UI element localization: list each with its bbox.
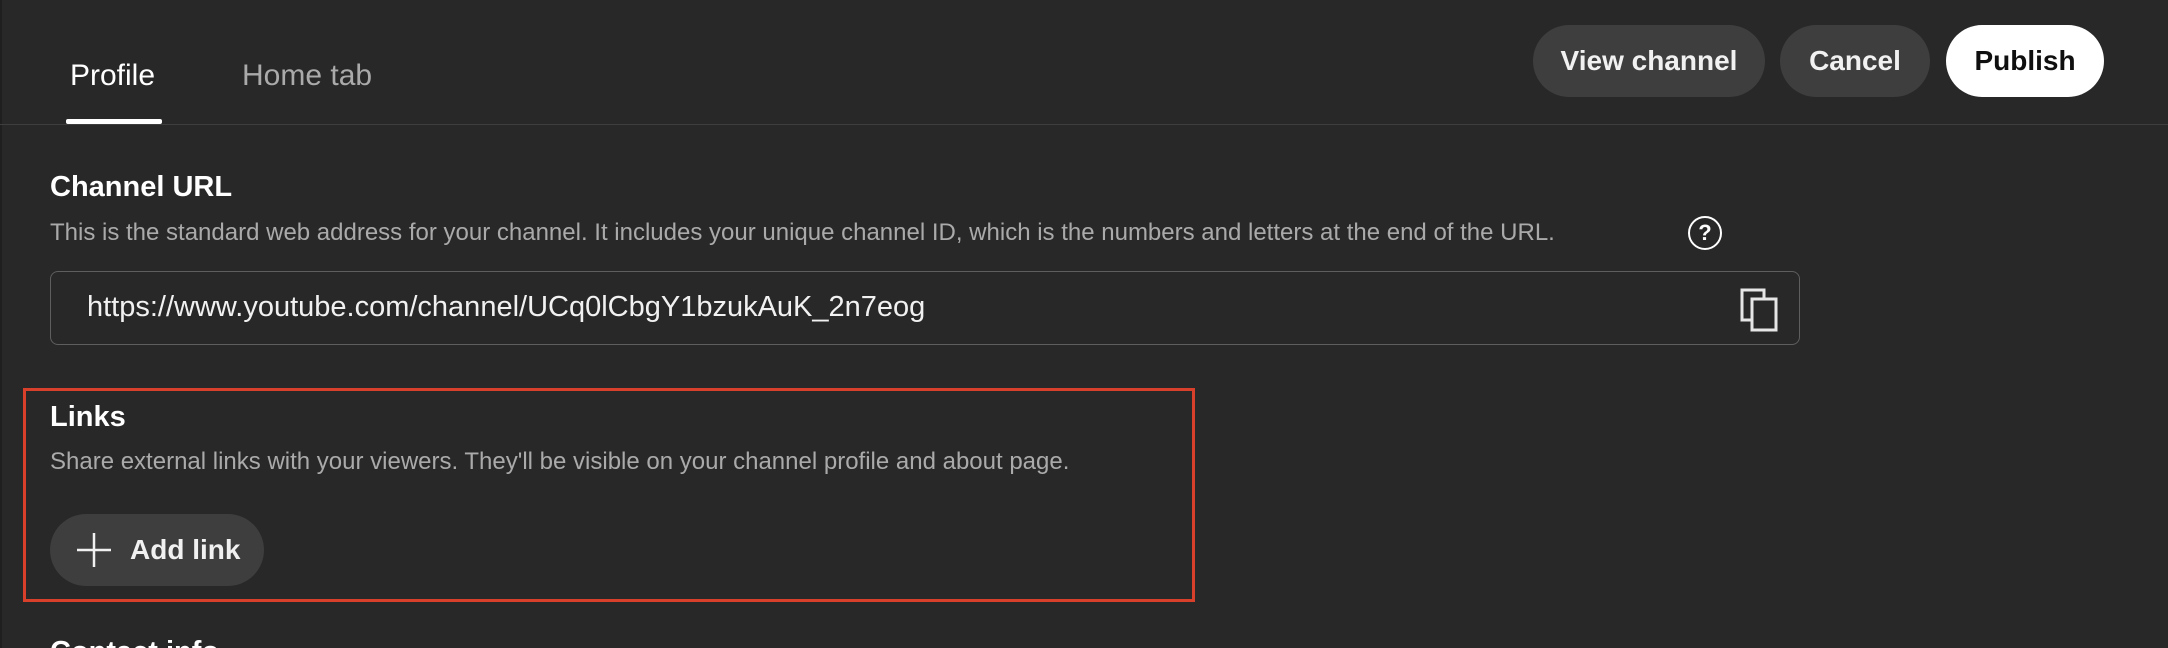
channel-url-title: Channel URL bbox=[50, 171, 233, 203]
links-description: Share external links with your viewers. … bbox=[50, 448, 1070, 475]
cancel-button[interactable]: Cancel bbox=[1780, 25, 1930, 97]
links-title: Links bbox=[50, 401, 126, 433]
channel-url-description: This is the standard web address for you… bbox=[50, 219, 1555, 246]
copy-icon[interactable] bbox=[1740, 288, 1780, 332]
channel-url-value[interactable]: https://www.youtube.com/channel/UCq0lCbg… bbox=[87, 291, 925, 324]
add-link-label: Add link bbox=[130, 534, 241, 565]
help-circle-icon[interactable]: ? bbox=[1688, 216, 1722, 250]
active-tab-indicator bbox=[66, 119, 162, 124]
tab-profile[interactable]: Profile bbox=[70, 56, 155, 96]
publish-button[interactable]: Publish bbox=[1946, 25, 2104, 97]
add-link-button[interactable]: Add link bbox=[50, 514, 264, 586]
plus-icon bbox=[77, 533, 111, 567]
tab-bar: Profile Home tab View channel Cancel Pub… bbox=[0, 0, 2168, 125]
channel-url-field[interactable]: https://www.youtube.com/channel/UCq0lCbg… bbox=[50, 271, 1800, 345]
view-channel-button[interactable]: View channel bbox=[1533, 25, 1765, 97]
tab-home[interactable]: Home tab bbox=[242, 56, 372, 96]
contact-info-title: Contact info bbox=[50, 636, 219, 648]
